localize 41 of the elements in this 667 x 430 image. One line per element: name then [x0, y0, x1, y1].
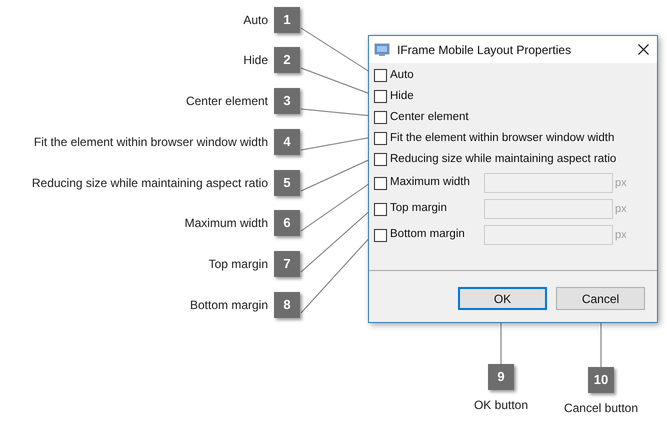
callout-label: Cancel button: [564, 400, 638, 417]
dialog-button[interactable]: OK: [458, 287, 547, 310]
number-badge: 2: [274, 47, 300, 73]
checkbox[interactable]: [374, 111, 387, 124]
checkbox[interactable]: [374, 132, 387, 145]
checkbox-label: Reducing size while maintaining aspect ratio: [390, 152, 616, 167]
callout-label: Maximum width: [184, 215, 268, 232]
number-badge: 3: [274, 88, 300, 114]
unit-label: px: [615, 176, 627, 191]
callout-label: Top margin: [208, 256, 268, 273]
checkbox-label: Auto: [390, 68, 414, 83]
callout-label: Auto: [243, 12, 268, 29]
callout-label: Bottom margin: [190, 297, 268, 314]
number-badge: 10: [588, 367, 614, 393]
callout-label: Center element: [186, 93, 268, 110]
checkbox-label: Top margin: [390, 201, 447, 216]
window-title: IFrame Mobile Layout Properties: [397, 42, 572, 58]
number-badge: 6: [274, 210, 300, 236]
callout-label: Reducing size while maintaining aspect ratio: [32, 175, 268, 192]
number-badge: 9: [488, 364, 514, 390]
checkbox[interactable]: [374, 90, 387, 103]
callout-label: Fit the element within browser window width: [34, 134, 268, 151]
close-icon: [638, 44, 648, 55]
checkbox-label: Hide: [390, 88, 414, 104]
number-badge: 8: [274, 292, 300, 318]
unit-label: px: [615, 202, 627, 217]
callout-label: OK button: [474, 397, 528, 414]
checkbox[interactable]: [374, 153, 387, 166]
checkbox[interactable]: [374, 69, 387, 82]
number-badge: 4: [274, 129, 300, 155]
checkbox-label: Center element: [390, 110, 469, 125]
checkbox-label: Fit the element within browser window width: [390, 130, 614, 146]
checkbox-label: Maximum width: [390, 175, 470, 190]
number-badge: 5: [274, 170, 300, 196]
number-badge: 7: [274, 251, 300, 277]
unit-label: px: [615, 228, 627, 243]
callout-label: Hide: [243, 52, 268, 69]
window-icon: [374, 42, 390, 56]
checkbox-label: Bottom margin: [390, 227, 465, 242]
dialog-button[interactable]: Cancel: [556, 287, 645, 310]
number-badge: 1: [274, 7, 300, 33]
